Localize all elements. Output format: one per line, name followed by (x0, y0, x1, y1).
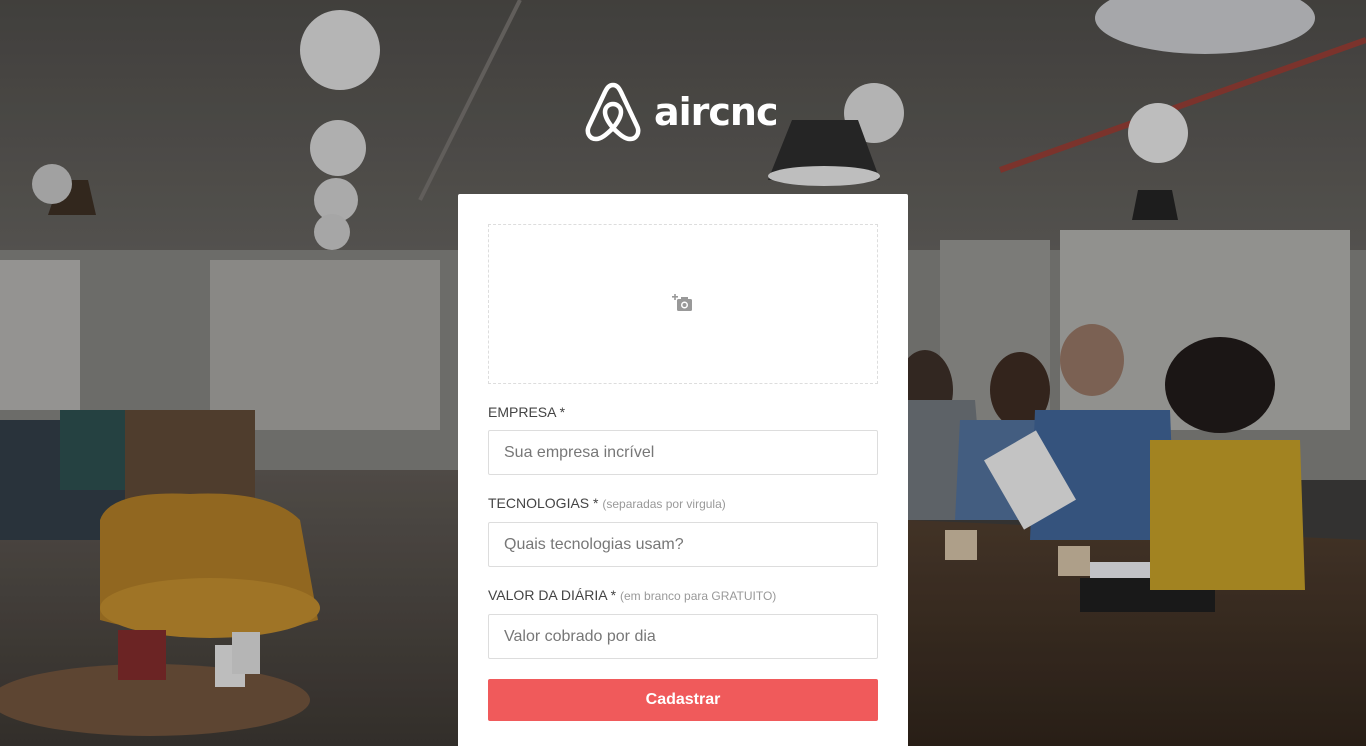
company-label: EMPRESA * (488, 404, 878, 420)
price-hint: (em branco para GRATUITO) (620, 589, 777, 603)
thumbnail-upload[interactable] (488, 224, 878, 384)
price-label: VALOR DA DIÁRIA * (em branco para GRATUI… (488, 587, 878, 604)
techs-input[interactable] (488, 522, 878, 567)
techs-label: TECNOLOGIAS * (separadas por virgula) (488, 495, 878, 512)
new-spot-form: EMPRESA * TECNOLOGIAS * (separadas por v… (458, 194, 908, 746)
price-input[interactable] (488, 614, 878, 659)
required-mark: * (559, 404, 566, 420)
company-label-text: EMPRESA (488, 404, 556, 420)
required-mark: * (610, 587, 617, 603)
price-label-text: VALOR DA DIÁRIA (488, 587, 607, 603)
submit-button[interactable]: Cadastrar (488, 679, 878, 721)
company-input[interactable] (488, 430, 878, 475)
airbnb-belo-icon (585, 82, 641, 142)
aircnc-logo: aircnc (584, 80, 784, 144)
techs-label-text: TECNOLOGIAS (488, 495, 590, 511)
required-mark: * (593, 495, 599, 511)
brand-name: aircnc (654, 90, 779, 134)
add-photo-icon (672, 294, 692, 311)
techs-hint: (separadas por virgula) (602, 497, 726, 511)
background-photo: aircnc EMPRESA * TECNOLOGIAS * (separada… (0, 0, 1366, 746)
